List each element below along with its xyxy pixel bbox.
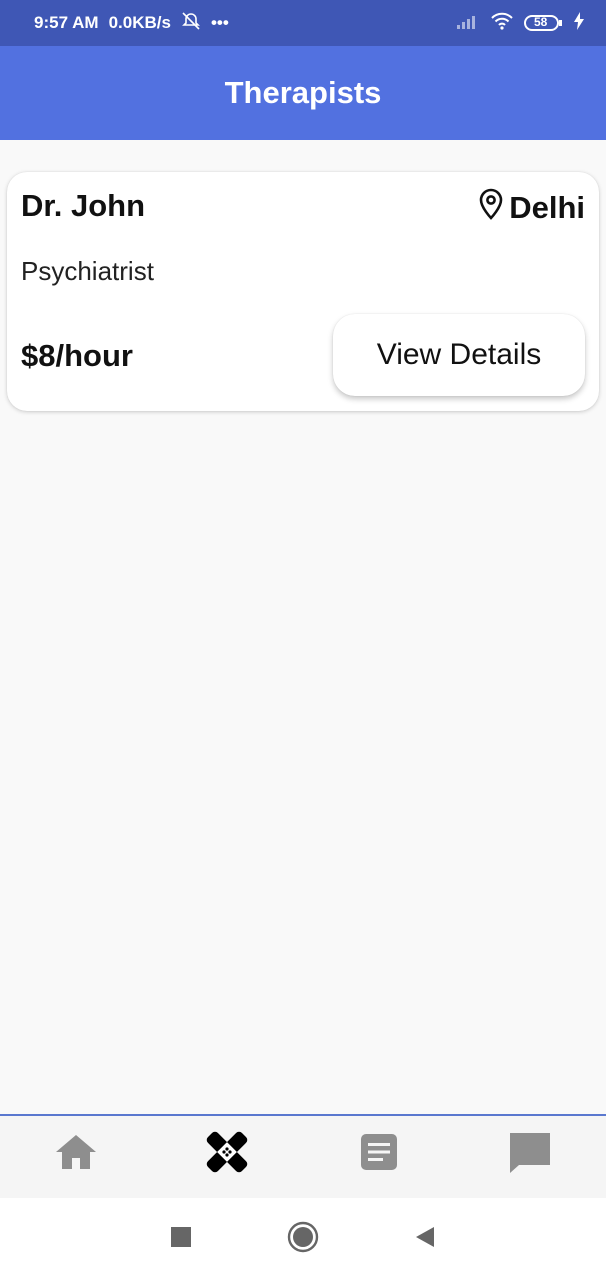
nav-home[interactable] — [36, 1119, 116, 1189]
status-right: 58 — [456, 11, 584, 35]
bandage-icon — [204, 1129, 250, 1180]
status-more: ••• — [210, 13, 229, 32]
home-button[interactable] — [287, 1221, 319, 1258]
wifi-icon — [490, 12, 514, 35]
therapist-card[interactable]: Dr. John Delhi Psychiatrist $8/hour View… — [7, 172, 599, 411]
therapist-specialty: Psychiatrist — [21, 256, 154, 286]
system-nav-bar — [0, 1198, 606, 1280]
location-label: Delhi — [509, 190, 585, 225]
charging-icon — [574, 11, 584, 35]
alarm-off-icon — [181, 11, 201, 36]
chat-icon — [508, 1131, 552, 1178]
bottom-nav — [0, 1114, 606, 1198]
home-icon — [54, 1132, 98, 1177]
nav-therapists[interactable] — [187, 1119, 267, 1189]
status-left: 9:57 AM 0.0KB/s ••• — [34, 11, 229, 36]
app-bar: Therapists — [0, 46, 606, 140]
therapist-rate: $8/hour — [21, 338, 133, 373]
therapist-location: Delhi — [479, 188, 585, 228]
signal-icon — [456, 13, 480, 34]
back-button[interactable] — [414, 1225, 436, 1254]
status-time: 9:57 AM — [34, 13, 99, 32]
recents-button[interactable] — [170, 1226, 192, 1253]
status-speed: 0.0KB/s — [108, 13, 171, 32]
view-details-button[interactable]: View Details — [333, 314, 585, 396]
location-pin-icon — [479, 188, 503, 228]
battery-icon: 58 — [524, 13, 564, 33]
status-bar: 9:57 AM 0.0KB/s ••• 58 — [0, 0, 606, 46]
therapist-name: Dr. John — [21, 188, 146, 223]
nav-articles[interactable] — [339, 1119, 419, 1189]
battery-level: 58 — [534, 15, 548, 29]
document-icon — [359, 1132, 399, 1177]
page-title: Therapists — [224, 75, 382, 110]
nav-chat[interactable] — [490, 1119, 570, 1189]
